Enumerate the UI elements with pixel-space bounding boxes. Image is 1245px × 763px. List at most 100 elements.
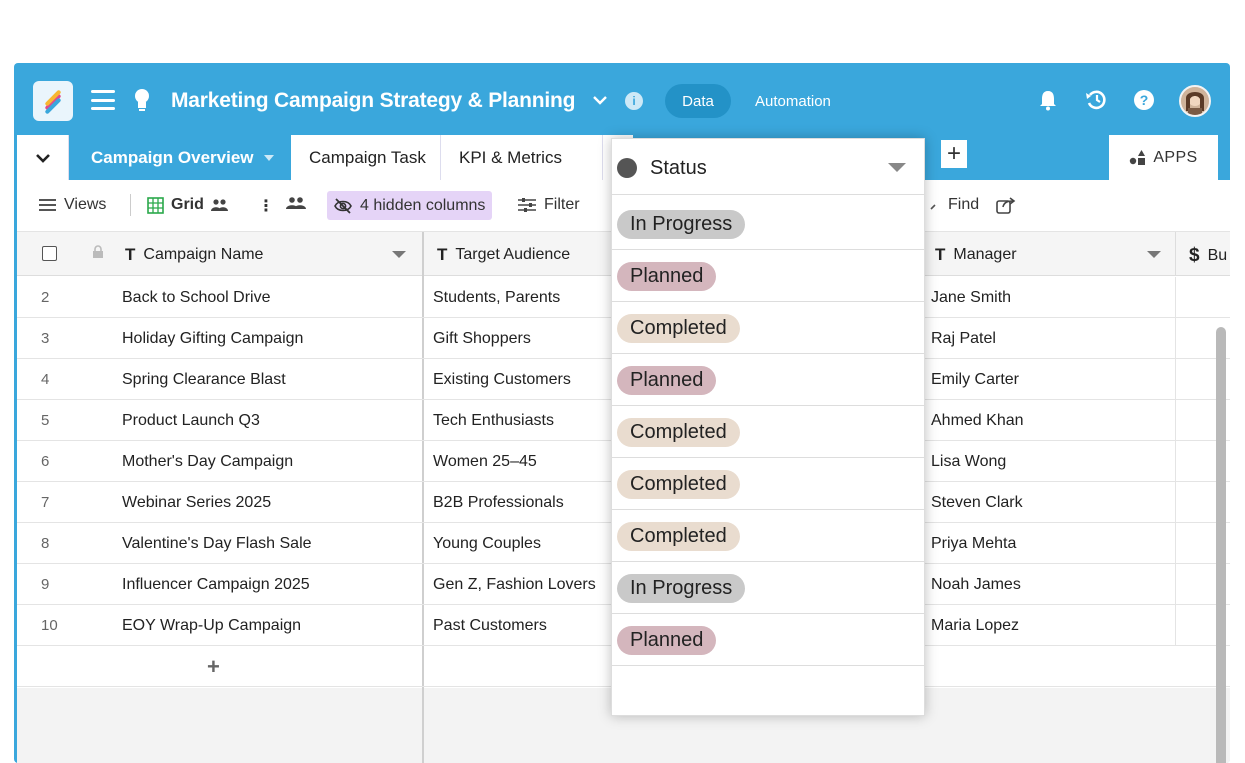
info-icon[interactable]: i <box>625 92 643 110</box>
hidden-columns-button[interactable]: 4 hidden columns <box>327 191 493 220</box>
more-options-icon[interactable]: ⋮ <box>258 196 274 216</box>
cell-campaign-name[interactable]: Valentine's Day Flash Sale <box>122 535 312 553</box>
status-pill[interactable]: Completed <box>617 470 740 499</box>
cell-manager[interactable]: Raj Patel <box>931 330 996 348</box>
cell-manager[interactable]: Maria Lopez <box>931 617 1019 635</box>
history-icon[interactable] <box>1084 89 1108 116</box>
status-option[interactable]: In Progress <box>612 562 924 614</box>
cell-campaign-name[interactable]: Influencer Campaign 2025 <box>122 576 310 594</box>
tab-menu-caret-icon[interactable] <box>263 154 274 162</box>
share-icon[interactable] <box>996 196 1016 214</box>
bell-icon[interactable] <box>1038 89 1058 116</box>
column-header-manager[interactable]: T Manager <box>935 245 1017 265</box>
cell-divider <box>1175 605 1176 646</box>
tab-campaign-overview[interactable]: Campaign Overview <box>70 135 291 180</box>
grid-view-button[interactable]: Grid <box>147 196 229 214</box>
cell-manager[interactable]: Lisa Wong <box>931 453 1006 471</box>
cell-campaign-name[interactable]: Spring Clearance Blast <box>122 371 286 389</box>
cell-campaign-name[interactable]: Product Launch Q3 <box>122 412 260 430</box>
row-number: 5 <box>41 412 50 429</box>
cell-manager[interactable]: Emily Carter <box>931 371 1019 389</box>
chevron-down-icon[interactable] <box>592 93 608 111</box>
tab-kpi-metrics[interactable]: KPI & Metrics <box>441 135 603 180</box>
tab-automation[interactable]: Automation <box>755 93 831 110</box>
lightbulb-icon[interactable] <box>132 87 152 118</box>
column-header-budget[interactable]: $ Bu <box>1189 245 1227 267</box>
filter-button[interactable]: Filter <box>517 196 580 214</box>
collapse-tabs-button[interactable] <box>17 135 69 180</box>
status-option[interactable]: Completed <box>612 510 924 562</box>
status-pill[interactable]: In Progress <box>617 574 746 603</box>
find-label: Find <box>948 196 980 213</box>
tab-campaign-task[interactable]: Campaign Task <box>291 135 441 180</box>
column-header-campaign-name[interactable]: T Campaign Name <box>125 245 263 265</box>
row-number: 10 <box>41 617 58 634</box>
cell-campaign-name[interactable]: EOY Wrap-Up Campaign <box>122 617 301 635</box>
status-pill[interactable]: Planned <box>617 626 717 655</box>
status-option[interactable]: Planned <box>612 250 924 302</box>
cell-campaign-name[interactable]: Mother's Day Campaign <box>122 453 293 471</box>
cell-target-audience[interactable]: Tech Enthusiasts <box>433 412 554 430</box>
select-all-checkbox[interactable] <box>42 246 57 261</box>
cell-target-audience[interactable]: Gift Shoppers <box>433 330 531 348</box>
avatar[interactable] <box>1179 85 1211 117</box>
find-button[interactable]: Find <box>929 196 979 214</box>
column-menu-caret-icon[interactable] <box>392 251 406 258</box>
cell-target-audience[interactable]: Young Couples <box>433 535 541 553</box>
cell-target-audience[interactable]: Students, Parents <box>433 289 560 307</box>
app-logo-icon[interactable] <box>33 81 73 121</box>
status-option[interactable]: Completed <box>612 406 924 458</box>
add-row-button[interactable]: + <box>207 654 220 680</box>
cell-campaign-name[interactable]: Webinar Series 2025 <box>122 494 271 512</box>
status-pill[interactable]: Planned <box>617 262 717 291</box>
cell-campaign-name[interactable]: Holiday Gifting Campaign <box>122 330 303 348</box>
grid-icon <box>147 196 164 214</box>
cell-target-audience[interactable]: B2B Professionals <box>433 494 564 512</box>
filter-icon <box>518 198 536 212</box>
menu-icon[interactable] <box>91 90 115 110</box>
add-tab-button[interactable]: + <box>941 140 967 168</box>
column-header-target-audience[interactable]: T Target Audience <box>437 245 570 265</box>
status-pill[interactable]: In Progress <box>617 210 746 239</box>
cell-manager[interactable]: Noah James <box>931 576 1021 594</box>
tab-data[interactable]: Data <box>665 84 731 118</box>
text-type-icon: T <box>437 245 448 264</box>
cell-divider <box>1175 482 1176 523</box>
chevron-down-icon[interactable] <box>888 163 906 172</box>
cell-divider <box>1175 400 1176 441</box>
help-icon[interactable]: ? <box>1133 89 1155 116</box>
cell-target-audience[interactable]: Gen Z, Fashion Lovers <box>433 576 596 594</box>
row-group-icon[interactable] <box>286 196 306 210</box>
row-number: 4 <box>41 371 50 388</box>
apps-button[interactable]: APPS <box>1109 135 1218 180</box>
status-option[interactable]: Planned <box>612 614 924 666</box>
cell-manager[interactable]: Ahmed Khan <box>931 412 1024 430</box>
column-label: Manager <box>953 246 1017 263</box>
status-option[interactable]: Completed <box>612 458 924 510</box>
status-pill[interactable]: Completed <box>617 314 740 343</box>
cell-target-audience[interactable]: Past Customers <box>433 617 547 635</box>
cell-manager[interactable]: Priya Mehta <box>931 535 1016 553</box>
cell-divider <box>1175 564 1176 605</box>
status-pill[interactable]: Planned <box>617 366 717 395</box>
status-option[interactable]: Planned <box>612 354 924 406</box>
status-pill[interactable]: Completed <box>617 418 740 447</box>
status-option[interactable]: In Progress <box>612 198 924 250</box>
vertical-scrollbar[interactable] <box>1216 327 1226 763</box>
cell-target-audience[interactable]: Women 25–45 <box>433 453 537 471</box>
tab-label: Campaign Overview <box>91 147 254 167</box>
cell-campaign-name[interactable]: Back to School Drive <box>122 289 271 307</box>
status-option[interactable]: Completed <box>612 302 924 354</box>
cell-manager[interactable]: Jane Smith <box>931 289 1011 307</box>
apps-label: APPS <box>1153 148 1198 166</box>
status-dropdown-header[interactable]: Status <box>612 139 924 195</box>
column-divider <box>1175 232 1176 276</box>
column-menu-caret-icon[interactable] <box>1147 251 1161 258</box>
column-label: Target Audience <box>455 246 571 263</box>
views-button[interactable]: Views <box>39 196 106 214</box>
status-pill[interactable]: Completed <box>617 522 740 551</box>
app-title[interactable]: Marketing Campaign Strategy & Planning <box>171 89 576 113</box>
status-dropdown: Status In Progress Planned Completed Pla… <box>611 138 925 716</box>
cell-manager[interactable]: Steven Clark <box>931 494 1023 512</box>
cell-target-audience[interactable]: Existing Customers <box>433 371 571 389</box>
